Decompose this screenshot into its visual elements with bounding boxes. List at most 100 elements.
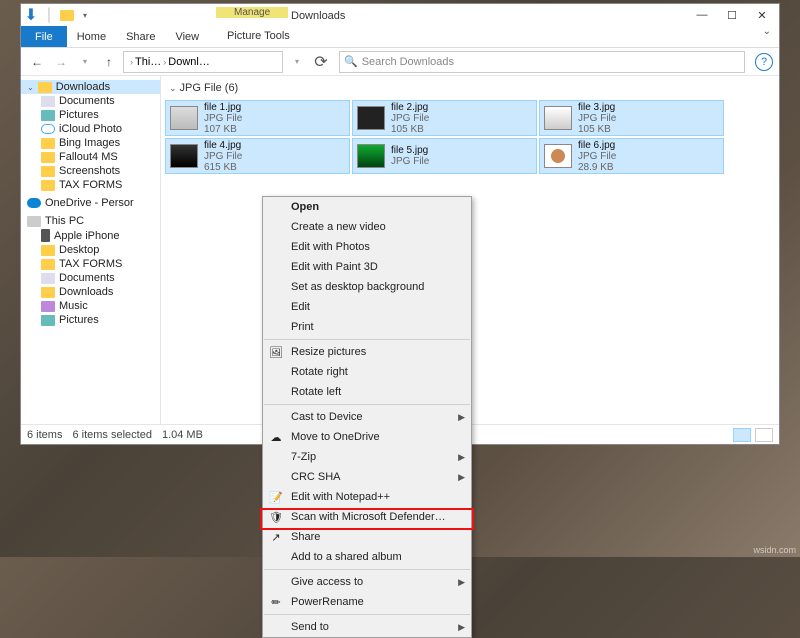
context-menu-item[interactable]: Print: [263, 317, 471, 337]
context-menu-item[interactable]: Send to▶: [263, 617, 471, 637]
sidebar-item[interactable]: TAX FORMS: [21, 257, 160, 271]
status-selected: 6 items selected: [72, 429, 151, 441]
minimize-button[interactable]: —: [687, 5, 717, 25]
view-large-button[interactable]: [755, 428, 773, 442]
folder-icon[interactable]: [59, 7, 75, 23]
file-item[interactable]: file 2.jpgJPG File105 KB: [352, 100, 537, 136]
file-type: JPG File: [578, 113, 616, 124]
sidebar-label: Downloads: [56, 81, 110, 93]
sidebar-item[interactable]: Apple iPhone: [21, 228, 160, 243]
file-tab[interactable]: File: [21, 26, 67, 47]
doc-icon: [41, 273, 55, 284]
context-menu-item[interactable]: 🛡Scan with Microsoft Defender…: [263, 507, 471, 527]
sidebar-item[interactable]: TAX FORMS: [21, 178, 160, 192]
menu-label: Edit with Photos: [291, 241, 370, 253]
sidebar-label: Pictures: [59, 109, 99, 121]
sidebar-label: Fallout4 MS: [59, 151, 118, 163]
file-thumbnail: [544, 106, 572, 130]
sidebar-item[interactable]: Downloads: [21, 285, 160, 299]
breadcrumb[interactable]: › Thi… › Downl…: [123, 51, 283, 73]
sidebar-item[interactable]: Screenshots: [21, 164, 160, 178]
navigation-pane[interactable]: ⌄ DownloadsDocumentsPicturesiCloud Photo…: [21, 76, 161, 424]
sidebar-item[interactable]: Fallout4 MS: [21, 150, 160, 164]
context-menu-item[interactable]: Open: [263, 197, 471, 217]
status-item-count: 6 items: [27, 429, 62, 441]
context-menu-item[interactable]: ☁Move to OneDrive: [263, 427, 471, 447]
sidebar-item-onedrive[interactable]: OneDrive - Persor: [21, 196, 160, 210]
context-menu-item[interactable]: ↗Share: [263, 527, 471, 547]
divider-icon: |: [41, 7, 57, 23]
file-item[interactable]: file 5.jpgJPG File: [352, 138, 537, 174]
maximize-button[interactable]: ☐: [717, 5, 747, 25]
file-item[interactable]: file 4.jpgJPG File615 KB: [165, 138, 350, 174]
refresh-button[interactable]: ⟳: [311, 52, 331, 72]
close-button[interactable]: ✕: [747, 5, 777, 25]
context-menu-item[interactable]: Edit with Paint 3D: [263, 257, 471, 277]
view-details-button[interactable]: [733, 428, 751, 442]
menu-label: PowerRename: [291, 596, 364, 608]
context-menu-item[interactable]: Edit with Photos: [263, 237, 471, 257]
file-thumbnail: [357, 144, 385, 168]
down-arrow-icon[interactable]: ⬇: [23, 7, 39, 23]
ribbon-expand-icon[interactable]: ⌄: [755, 26, 779, 47]
tab-picture-tools[interactable]: Picture Tools: [219, 30, 298, 42]
tab-home[interactable]: Home: [67, 26, 116, 47]
file-name: file 4.jpg: [204, 140, 242, 151]
sidebar-item[interactable]: Bing Images: [21, 136, 160, 150]
context-menu-item[interactable]: ✏ PowerRename: [263, 592, 471, 612]
context-menu-item[interactable]: 7-Zip▶: [263, 447, 471, 467]
search-input[interactable]: 🔍 Search Downloads: [339, 51, 745, 73]
chevron-right-icon: ›: [163, 57, 166, 67]
menu-label: Set as desktop background: [291, 281, 424, 293]
context-menu-item[interactable]: CRC SHA▶: [263, 467, 471, 487]
context-menu-item[interactable]: Rotate right: [263, 362, 471, 382]
recent-dropdown-icon[interactable]: ▾: [75, 52, 95, 72]
folder-icon: [41, 287, 55, 298]
navigation-bar: ← → ▾ ↑ › Thi… › Downl… ▾ ⟳ 🔍 Search Dow…: [21, 48, 779, 76]
file-item[interactable]: file 3.jpgJPG File105 KB: [539, 100, 724, 136]
sidebar-item[interactable]: Pictures: [21, 313, 160, 327]
context-menu-item[interactable]: Rotate left: [263, 382, 471, 402]
folder-icon: [41, 245, 55, 256]
file-item[interactable]: file 1.jpgJPG File107 KB: [165, 100, 350, 136]
context-menu-item[interactable]: 📝Edit with Notepad++: [263, 487, 471, 507]
sidebar-item[interactable]: Documents: [21, 271, 160, 285]
sidebar-item[interactable]: Desktop: [21, 243, 160, 257]
sidebar-label: Documents: [59, 95, 115, 107]
breadcrumb-segment[interactable]: Thi…: [135, 56, 161, 68]
onedrive-icon: [27, 198, 41, 208]
folder-icon: [41, 259, 55, 270]
context-menu-item[interactable]: Set as desktop background: [263, 277, 471, 297]
tab-view[interactable]: View: [165, 26, 209, 47]
context-menu-item[interactable]: Add to a shared album: [263, 547, 471, 567]
sidebar-item[interactable]: Pictures: [21, 108, 160, 122]
forward-button[interactable]: →: [51, 52, 71, 72]
menu-icon: ✏: [268, 594, 284, 610]
help-button[interactable]: ?: [755, 53, 773, 71]
up-button[interactable]: ↑: [99, 52, 119, 72]
sidebar-item[interactable]: Music: [21, 299, 160, 313]
context-menu-item[interactable]: Cast to Device▶: [263, 407, 471, 427]
context-menu-item[interactable]: Give access to▶: [263, 572, 471, 592]
group-header[interactable]: ⌄JPG File (6): [161, 76, 779, 100]
sidebar-item[interactable]: ⌄ Downloads: [21, 80, 160, 94]
qat-dropdown-icon[interactable]: ▾: [77, 7, 93, 23]
file-name: file 1.jpg: [204, 102, 242, 113]
back-button[interactable]: ←: [27, 52, 47, 72]
tab-share[interactable]: Share: [116, 26, 165, 47]
file-name: file 5.jpg: [391, 145, 429, 156]
sidebar-item-thispc[interactable]: This PC: [21, 214, 160, 228]
context-menu-item[interactable]: Edit: [263, 297, 471, 317]
sidebar-item[interactable]: iCloud Photo: [21, 122, 160, 136]
status-size: 1.04 MB: [162, 429, 203, 441]
sidebar-item[interactable]: Documents: [21, 94, 160, 108]
breadcrumb-segment[interactable]: Downl…: [168, 56, 210, 68]
file-item[interactable]: file 6.jpgJPG File28.9 KB: [539, 138, 724, 174]
context-menu-item[interactable]: Create a new video: [263, 217, 471, 237]
pic-icon: [41, 315, 55, 326]
cloud-icon: [41, 124, 55, 134]
doc-icon: [41, 96, 55, 107]
context-menu-item[interactable]: 🖼Resize pictures: [263, 342, 471, 362]
pic-icon: [41, 110, 55, 121]
breadcrumb-dropdown-icon[interactable]: ▾: [287, 52, 307, 72]
